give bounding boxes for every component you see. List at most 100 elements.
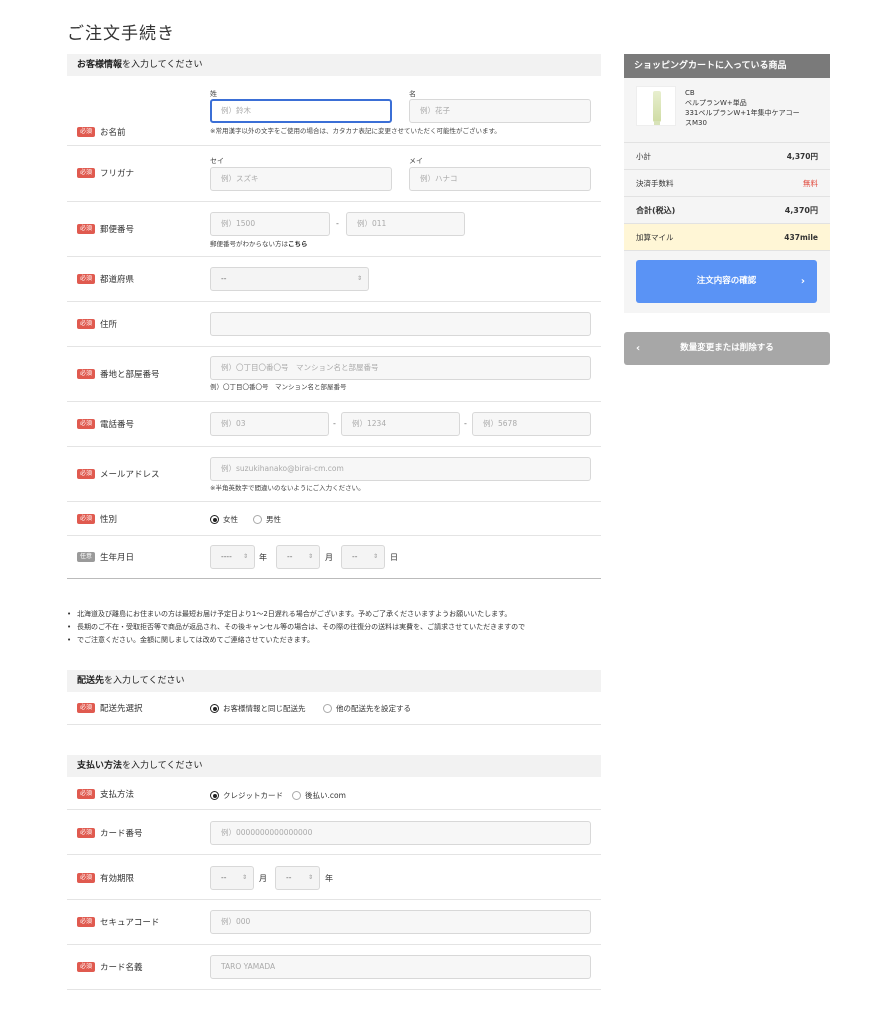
pref-select[interactable]: -- ⇕: [210, 267, 369, 291]
birth-day-value: --: [352, 552, 358, 561]
subtotal-label: 小計: [636, 152, 651, 161]
email-label: メールアドレス: [100, 470, 160, 480]
credit-card-radio[interactable]: クレジットカード: [210, 790, 283, 801]
year-unit: 年: [259, 553, 267, 562]
payment-method-label: 支払方法: [100, 790, 135, 800]
mei-kana-input[interactable]: 例）ハナコ: [409, 167, 591, 191]
select-arrows-icon: ⇕: [307, 874, 313, 881]
page-title: ご注文手続き: [67, 24, 175, 44]
atobarai-label: 後払い.com: [305, 791, 346, 800]
card-number-input[interactable]: 例）0000000000000000: [210, 821, 591, 845]
phone-dash-2: -: [464, 419, 467, 428]
required-badge: 必須: [77, 873, 95, 883]
holder-label: カード名義: [100, 963, 143, 973]
birth-month-select[interactable]: -- ⇕: [276, 545, 320, 569]
select-arrows-icon: ⇕: [372, 553, 378, 560]
month-unit: 月: [325, 553, 333, 562]
required-badge: 必須: [77, 962, 95, 972]
phone-input-1[interactable]: 例）03: [210, 412, 329, 436]
required-badge: 必須: [77, 319, 95, 329]
atobarai-radio[interactable]: 後払い.com: [292, 790, 346, 801]
confirm-wrap: 注文内容の確認 ›: [624, 251, 830, 313]
required-badge: 必須: [77, 828, 95, 838]
address-label: 住所: [100, 320, 118, 330]
birth-year-select[interactable]: ---- ⇕: [210, 545, 255, 569]
select-arrows-icon: ⇕: [241, 874, 247, 881]
shipping-other-radio[interactable]: 他の配送先を設定する: [323, 703, 411, 714]
note-item: でご注意ください。金額に関しましては改めてご連絡させていただきます。: [67, 634, 607, 647]
required-badge: 必須: [77, 127, 95, 137]
sei-label: 姓: [210, 90, 217, 98]
zip-lookup-link[interactable]: こちら: [288, 240, 308, 248]
radio-unchecked-icon: [323, 704, 332, 713]
subtotal-row: 小計 4,370円: [624, 143, 830, 170]
optional-badge: 任意: [77, 552, 95, 562]
shipping-label: 配送先選択: [100, 704, 143, 714]
total-label: 合計(税込): [636, 206, 676, 215]
shipping-notes: 北海道及び離島にお住まいの方は最短お届け予定日より1〜2日遅れる場合がございます…: [67, 608, 607, 647]
expiry-month-select[interactable]: -- ⇕: [210, 866, 254, 890]
edit-cart-button[interactable]: ‹ 数量変更または削除する: [624, 332, 830, 365]
select-arrows-icon: ⇕: [307, 553, 313, 560]
building-note: 例）〇丁目〇番〇号 マンション名と部屋番号: [210, 383, 347, 391]
radio-checked-icon: [210, 791, 219, 800]
required-badge: 必須: [77, 168, 95, 178]
mei-input[interactable]: 例）花子: [409, 99, 591, 123]
birth-day-select[interactable]: -- ⇕: [341, 545, 385, 569]
zip-note: 郵便番号がわからない方はこちら: [210, 238, 308, 248]
item-detail: 331ベルプランW+1年集中ケアコー: [685, 109, 800, 117]
sei-input[interactable]: 例）鈴木: [210, 99, 392, 123]
kana-label: フリガナ: [100, 169, 135, 179]
mei-kana-label: メイ: [409, 157, 423, 165]
name-note: ※常用漢字以外の文字をご使用の場合は、カタカナ表記に変更させていただく可能性がご…: [210, 127, 501, 135]
section-title-rest: を入力してください: [104, 676, 185, 686]
email-input[interactable]: 例）suzukihanako@birai-cm.com: [210, 457, 591, 481]
sei-kana-input[interactable]: 例）スズキ: [210, 167, 392, 191]
gender-male-radio[interactable]: 男性: [253, 514, 281, 525]
select-arrows-icon: ⇕: [242, 553, 248, 560]
gender-row: [67, 502, 601, 536]
radio-checked-icon: [210, 515, 219, 524]
birth-label: 生年月日: [100, 553, 135, 563]
cart-title: ショッピングカートに入っている商品: [624, 54, 830, 78]
phone-input-2[interactable]: 例）1234: [341, 412, 460, 436]
birth-row: [67, 536, 601, 579]
card-number-label: カード番号: [100, 829, 143, 839]
section-title-bold: お客様情報: [77, 60, 123, 70]
phone-label: 電話番号: [100, 420, 135, 430]
zip-input-2[interactable]: 例）011: [346, 212, 465, 236]
cvc-input[interactable]: 例）000: [210, 910, 591, 934]
address-input[interactable]: [210, 312, 591, 336]
month-unit: 月: [259, 874, 267, 883]
expiry-row: [67, 855, 601, 900]
chevron-left-icon: ‹: [636, 343, 641, 354]
edit-cart-label: 数量変更または削除する: [680, 343, 774, 353]
expiry-year-value: --: [286, 873, 292, 882]
zip-input-1[interactable]: 例）1500: [210, 212, 330, 236]
section-title-bold: 配送先: [77, 676, 105, 686]
radio-unchecked-icon: [253, 515, 262, 524]
holder-input[interactable]: TARO YAMADA: [210, 955, 591, 979]
gender-female-radio[interactable]: 女性: [210, 514, 238, 525]
building-input[interactable]: 例）〇丁目〇番〇号 マンション名と部屋番号: [210, 356, 591, 380]
phone-dash-1: -: [333, 419, 336, 428]
pref-label: 都道府県: [100, 275, 135, 285]
zip-dash: -: [336, 219, 339, 228]
select-arrows-icon: ⇕: [356, 275, 362, 282]
fee-row: 決済手数料 無料: [624, 170, 830, 197]
phone-input-3[interactable]: 例）5678: [472, 412, 591, 436]
email-note: ※半角英数字で間違いのないようにご入力ください。: [210, 484, 365, 492]
required-badge: 必須: [77, 369, 95, 379]
total-row: 合計(税込) 4,370円: [624, 197, 830, 224]
cvc-label: セキュアコード: [100, 918, 160, 928]
confirm-order-label: 注文内容の確認: [696, 276, 757, 286]
confirm-order-button[interactable]: 注文内容の確認 ›: [636, 260, 817, 303]
shipping-same-label: お客様情報と同じ配送先: [223, 704, 306, 713]
zip-note-text: 郵便番号がわからない方は: [210, 240, 288, 248]
expiry-year-select[interactable]: -- ⇕: [275, 866, 320, 890]
zip-label: 郵便番号: [100, 225, 135, 235]
payment-section-header: 支払い方法を入力してください: [67, 755, 601, 777]
item-detail-2: スM30: [685, 119, 707, 127]
shipping-same-radio[interactable]: お客様情報と同じ配送先: [210, 703, 306, 714]
name-label: お名前: [100, 128, 126, 138]
